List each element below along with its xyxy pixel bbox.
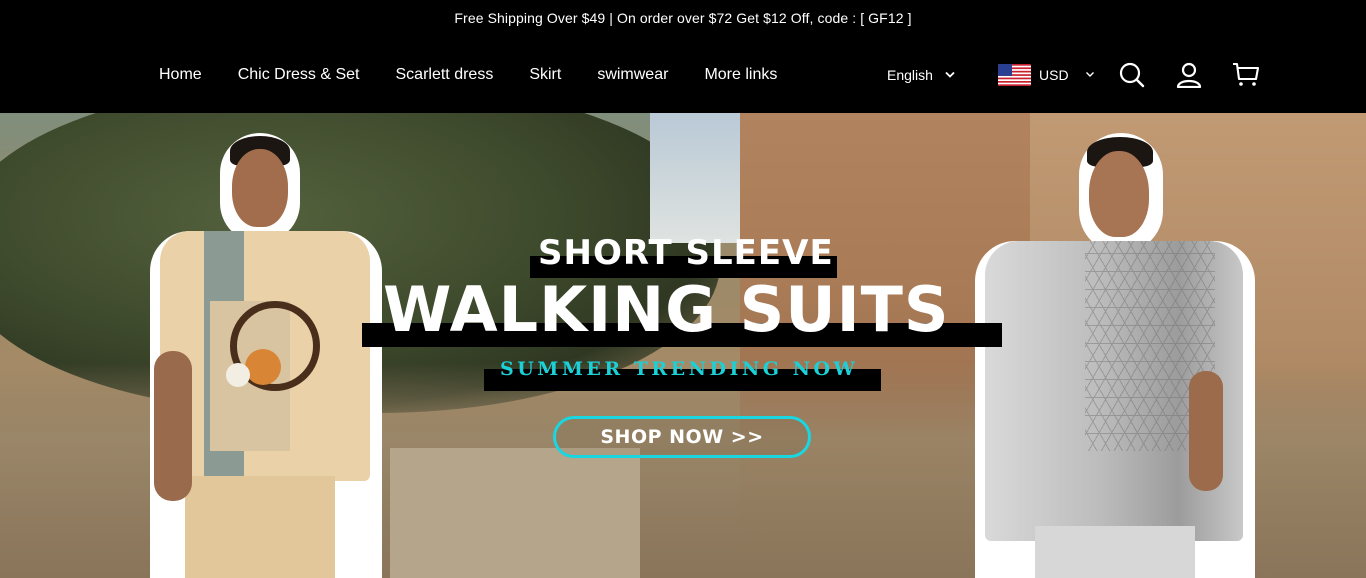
- announcement-bar: Free Shipping Over $49 | On order over $…: [0, 0, 1366, 36]
- chevron-down-icon: [945, 71, 955, 78]
- language-label: English: [887, 66, 933, 83]
- model-left-image: [140, 131, 382, 578]
- chevron-down-icon: [1085, 72, 1094, 77]
- us-flag-icon: [998, 63, 1031, 86]
- main-nav: Home Chic Dress & Set Scarlett dress Ski…: [159, 36, 777, 113]
- nav-chic-dress-set[interactable]: Chic Dress & Set: [238, 66, 360, 84]
- site-header: Home Chic Dress & Set Scarlett dress Ski…: [0, 36, 1366, 113]
- nav-skirt[interactable]: Skirt: [529, 66, 561, 84]
- shop-now-button[interactable]: SHOP NOW >>: [553, 416, 811, 458]
- nav-more-links[interactable]: More links: [704, 66, 777, 84]
- user-icon[interactable]: [1175, 61, 1203, 89]
- nav-scarlett-dress[interactable]: Scarlett dress: [396, 66, 494, 84]
- currency-selector[interactable]: USD: [998, 36, 1095, 113]
- search-icon[interactable]: [1118, 61, 1146, 89]
- language-selector[interactable]: English: [887, 36, 955, 113]
- header-icons: [1118, 36, 1260, 113]
- model-right-image: [975, 131, 1255, 578]
- nav-swimwear[interactable]: swimwear: [597, 66, 668, 84]
- currency-label: USD: [1039, 66, 1069, 83]
- announcement-text: Free Shipping Over $49 | On order over $…: [454, 10, 912, 26]
- cart-icon[interactable]: [1232, 61, 1260, 89]
- background-stone-wall: [390, 448, 640, 578]
- hero-banner[interactable]: SHORT SLEEVE WALKING SUITS SUMMER TRENDI…: [0, 113, 1366, 578]
- nav-home[interactable]: Home: [159, 66, 202, 84]
